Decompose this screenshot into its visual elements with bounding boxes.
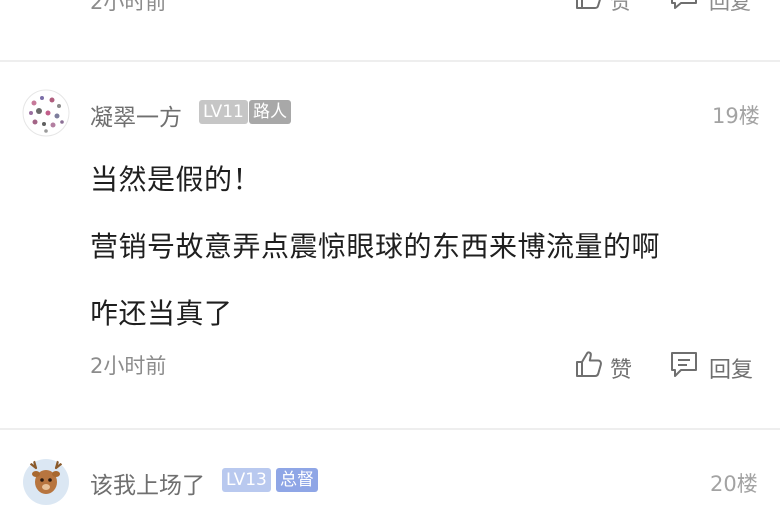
prev-like-label: 赞 [610,0,631,14]
reply-label: 回复 [709,358,754,383]
post-content-line: 营销号故意弄点震惊眼球的东西来博流量的啊 [90,230,661,263]
level-badge: LV11 [199,100,248,124]
like-label: 赞 [610,358,633,383]
prev-post-time: 2小时前 [90,0,167,14]
post-time: 2小时前 [90,354,167,378]
post-divider [0,60,780,62]
floor-number: 20楼 [710,472,758,496]
thumbs-up-icon [576,0,601,9]
post-content-line: 咋还当真了 [90,297,233,330]
like-button[interactable] [575,350,603,382]
role-badge: 总督 [276,468,318,492]
floor-number: 19楼 [712,104,760,128]
role-badge: 路人 [249,100,291,124]
deer-avatar-icon [23,459,69,505]
prev-like-button[interactable] [575,0,603,14]
reply-button[interactable] [669,350,699,384]
username[interactable]: 该我上场了 [90,466,205,500]
avatar[interactable] [22,89,70,137]
avatar-icon [22,89,70,137]
level-badge: LV13 [222,468,271,492]
comment-icon [671,0,697,9]
comment-icon [671,352,697,377]
post-divider [0,428,780,430]
post-content-line: 当然是假的！ [90,163,262,196]
thumbs-up-icon [576,351,602,377]
username[interactable]: 凝翠一方 [90,98,182,132]
prev-reply-label: 回复 [709,0,751,14]
avatar[interactable] [22,458,70,506]
prev-reply-button[interactable] [669,0,699,16]
